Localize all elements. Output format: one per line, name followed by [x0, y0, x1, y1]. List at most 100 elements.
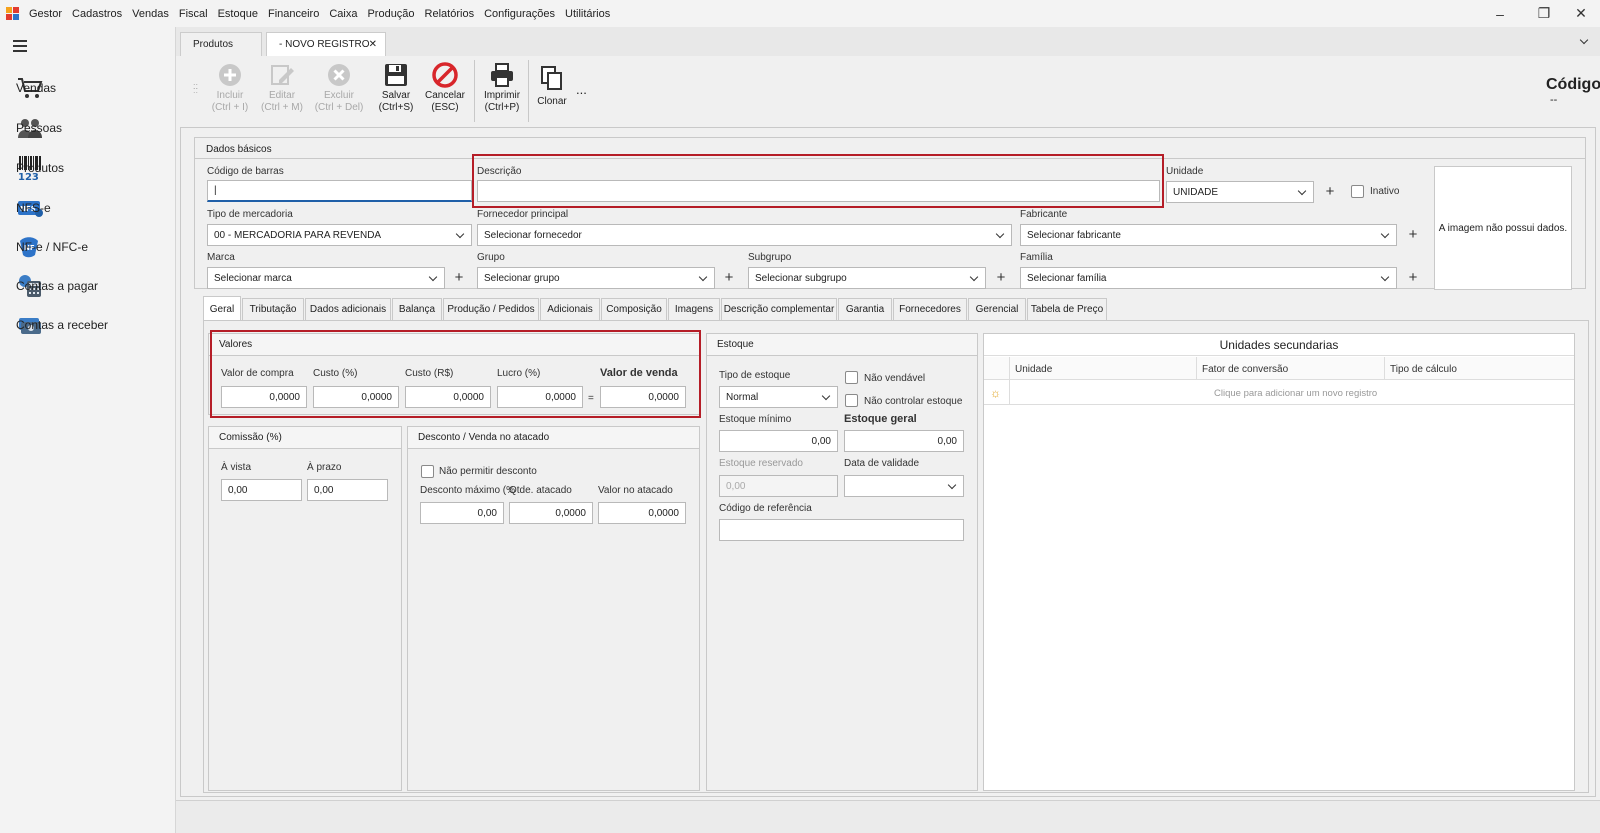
tab-tributacao[interactable]: Tributação — [242, 298, 304, 320]
barcode-input[interactable]: | — [207, 180, 472, 202]
discount-header: Desconto / Venda no atacado — [408, 427, 699, 449]
wholesale-price-input[interactable]: 0,0000 — [598, 502, 686, 524]
maker-select[interactable]: Selecionar fabricante — [1020, 224, 1397, 246]
sidebar-item-vendas[interactable]: Vendas — [16, 70, 176, 106]
stock-type-select[interactable]: Normal — [719, 386, 838, 408]
unit-select[interactable]: UNIDADE — [1166, 181, 1314, 203]
app-logo-icon — [6, 6, 20, 21]
tab-label: Gerencial — [975, 304, 1019, 315]
sidebar-item-produtos[interactable]: 123 Produtos — [16, 150, 176, 186]
sidebar-item-contas-receber[interactable]: Contas a receber — [16, 307, 176, 343]
add-record-hint[interactable]: Clique para adicionar um novo registro — [1214, 388, 1377, 399]
family-select[interactable]: Selecionar família — [1020, 267, 1397, 289]
new-record-icon: ☼ — [990, 386, 1001, 400]
menu-cadastros[interactable]: Cadastros — [67, 8, 127, 20]
menu-estoque[interactable]: Estoque — [213, 8, 263, 20]
add-brand-button[interactable]: + — [451, 270, 467, 286]
subgroup-select[interactable]: Selecionar subgrupo — [748, 267, 986, 289]
include-button[interactable]: Incluir (Ctrl + I) — [205, 60, 255, 120]
tab-imagens[interactable]: Imagens — [668, 298, 720, 320]
term-commission-input[interactable]: 0,00 — [307, 479, 388, 501]
add-family-button[interactable]: + — [1405, 270, 1421, 286]
min-stock-input[interactable]: 0,00 — [719, 430, 838, 452]
clone-icon — [540, 60, 564, 96]
sidebar-item-label: Vendas — [16, 81, 57, 95]
tab-dados-adicionais[interactable]: Dados adicionais — [305, 298, 391, 320]
brand-value: Selecionar marca — [214, 272, 292, 284]
save-button[interactable]: Salvar (Ctrl+S) — [373, 60, 419, 120]
close-window-icon[interactable]: ✕ — [1562, 0, 1600, 27]
col-factor-header[interactable]: Fator de conversão — [1202, 364, 1288, 375]
sidebar-item-nfse[interactable]: NFS NFS-e — [16, 190, 176, 226]
stock-title: Estoque — [717, 339, 754, 350]
more-options-button[interactable]: ... — [576, 82, 587, 97]
sidebar-item-contas-pagar[interactable]: Contas a pagar — [16, 268, 176, 304]
brand-select[interactable]: Selecionar marca — [207, 267, 445, 289]
general-stock-input[interactable]: 0,00 — [844, 430, 964, 452]
cancel-label: Cancelar — [424, 90, 466, 101]
discount-title: Desconto / Venda no atacado — [418, 432, 550, 443]
tab-garantia[interactable]: Garantia — [838, 298, 892, 320]
edit-button[interactable]: Editar (Ctrl + M) — [255, 60, 309, 120]
cancel-button[interactable]: Cancelar (ESC) — [420, 60, 470, 120]
menu-producao[interactable]: Produção — [362, 8, 419, 20]
tab-produtos[interactable]: Produtos — [180, 32, 262, 56]
add-subgroup-button[interactable]: + — [993, 270, 1009, 286]
tab-label: Garantia — [845, 304, 885, 315]
sidebar-item-label: Pessoas — [16, 121, 63, 135]
wholesale-qty-input[interactable]: 0,0000 — [509, 502, 593, 524]
printer-icon — [489, 60, 515, 90]
sidebar-item-label: Contas a pagar — [16, 279, 99, 293]
reference-code-input[interactable] — [719, 519, 964, 541]
menu-fiscal[interactable]: Fiscal — [174, 8, 213, 20]
tab-descricao-complementar[interactable]: Descrição complementar — [721, 298, 837, 320]
add-group-button[interactable]: + — [721, 270, 737, 286]
sidebar-item-nfe[interactable]: NF NF-e / NFC-e — [16, 229, 176, 265]
menu-app-name[interactable]: Gestor — [24, 8, 67, 20]
no-discount-checkbox[interactable] — [421, 465, 434, 478]
no-stock-control-checkbox[interactable] — [845, 394, 858, 407]
close-tab-icon[interactable]: ✕ — [369, 39, 377, 50]
chevron-down-icon — [455, 229, 465, 239]
supplier-select[interactable]: Selecionar fornecedor — [477, 224, 1012, 246]
tab-composicao[interactable]: Composição — [601, 298, 667, 320]
chevron-down-icon — [1297, 186, 1307, 196]
drag-handle-icon[interactable]: :::: — [193, 82, 199, 96]
add-maker-button[interactable]: + — [1405, 227, 1421, 243]
cancel-icon — [432, 60, 458, 90]
add-unit-button[interactable]: + — [1322, 184, 1338, 200]
max-discount-input[interactable]: 0,00 — [420, 502, 504, 524]
menu-vendas[interactable]: Vendas — [127, 8, 174, 20]
tab-balanca[interactable]: Balança — [392, 298, 442, 320]
inactive-checkbox[interactable] — [1351, 185, 1364, 198]
tab-gerencial[interactable]: Gerencial — [968, 298, 1026, 320]
cash-commission-input[interactable]: 0,00 — [221, 479, 302, 501]
tab-tabela-de-preco[interactable]: Tabela de Preço — [1027, 298, 1107, 320]
col-unit-header[interactable]: Unidade — [1015, 364, 1052, 375]
clone-button[interactable]: Clonar — [532, 60, 572, 120]
menu-relatorios[interactable]: Relatórios — [420, 8, 480, 20]
print-button[interactable]: Imprimir (Ctrl+P) — [478, 60, 526, 120]
hamburger-menu-icon[interactable] — [13, 40, 27, 55]
menu-caixa[interactable]: Caixa — [324, 8, 362, 20]
tab-geral[interactable]: Geral — [203, 296, 241, 321]
col-calc-header[interactable]: Tipo de cálculo — [1390, 364, 1457, 375]
validity-date-select[interactable] — [844, 475, 964, 497]
menu-utilitarios[interactable]: Utilitários — [560, 8, 615, 20]
group-select[interactable]: Selecionar grupo — [477, 267, 715, 289]
sidebar-item-pessoas[interactable]: Pessoas — [16, 110, 176, 146]
goods-type-select[interactable]: 00 - MERCADORIA PARA REVENDA — [207, 224, 472, 246]
tab-adicionais[interactable]: Adicionais — [540, 298, 600, 320]
discount-group: Desconto / Venda no atacado — [407, 426, 700, 791]
menu-financeiro[interactable]: Financeiro — [263, 8, 324, 20]
delete-button[interactable]: Excluir (Ctrl + Del) — [309, 60, 369, 120]
tab-label: Balança — [398, 304, 436, 315]
tab-novo-registro[interactable]: - NOVO REGISTRO ✕ — [266, 32, 386, 56]
product-image-box[interactable]: A imagem não possui dados. — [1434, 166, 1572, 290]
minimize-icon[interactable]: – — [1478, 0, 1522, 27]
not-sellable-checkbox[interactable] — [845, 371, 858, 384]
tab-fornecedores[interactable]: Fornecedores — [893, 298, 967, 320]
tab-producao-pedidos[interactable]: Produção / Pedidos — [443, 298, 539, 320]
restore-icon[interactable]: ❐ — [1522, 0, 1566, 27]
menu-configuracoes[interactable]: Configurações — [479, 8, 560, 20]
